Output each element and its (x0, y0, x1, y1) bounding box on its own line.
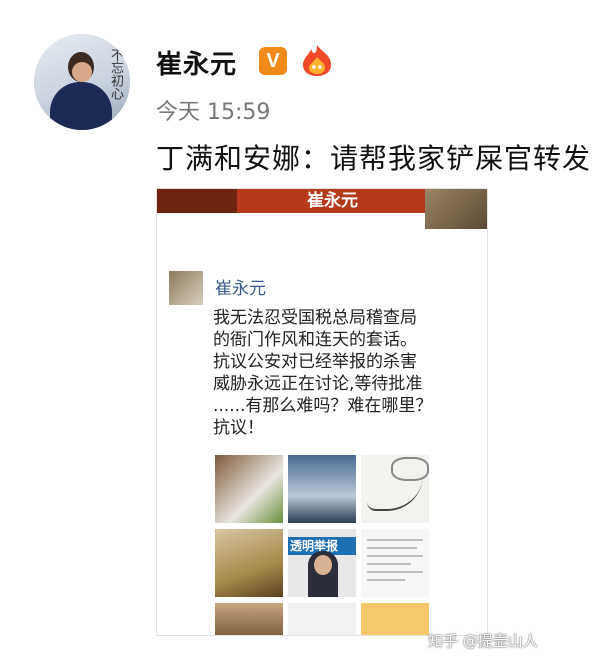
embedded-text-line: ......有那么难吗？难在哪里？ (213, 396, 433, 416)
photo-tile-window[interactable] (288, 455, 356, 523)
author-name[interactable]: 崔永元 (156, 44, 237, 81)
embedded-author-name: 崔永元 (215, 279, 266, 299)
tile-man-face (314, 555, 332, 575)
embedded-text-line: 我无法忍受国税总局稽查局 (213, 308, 417, 328)
document-line (367, 563, 411, 565)
embedded-post-text: 我无法忍受国税总局稽查局 的衙门作风和连天的套话。 抗议公安对已经举报的杀害 威… (213, 307, 475, 439)
embedded-avatar (169, 271, 203, 305)
avatar-figure-face (72, 62, 92, 82)
embedded-text-line: 抗议公安对已经举报的杀害 (213, 352, 417, 372)
fire-badge-icon (303, 45, 331, 76)
photo-tile-signature[interactable] (361, 455, 429, 523)
embedded-text-line: 抗议！ (213, 418, 264, 438)
photo-tile-group[interactable] (215, 603, 283, 635)
post-text: 丁满和安娜：请帮我家铲屎官转发 (156, 142, 592, 175)
photo-tile-soldier[interactable] (215, 529, 283, 597)
verified-badge-icon: V (259, 47, 287, 75)
document-line (367, 571, 423, 573)
signature-scribble (367, 475, 423, 511)
photo-tile-yellow[interactable] (361, 603, 429, 635)
banner-label: 崔永元 (307, 191, 358, 211)
avatar-sign-text: 不忘初心 (108, 48, 123, 100)
document-line (367, 555, 423, 557)
photo-tile-document[interactable] (361, 529, 429, 597)
photo-tile-official[interactable]: 透明举报 (288, 529, 356, 597)
zhihu-watermark: 知乎 @提壶山人 (428, 632, 538, 650)
embedded-text-line: 的衙门作风和连天的套话。 (213, 330, 417, 350)
banner-dark-region (157, 189, 237, 213)
embedded-screenshot[interactable]: 崔永元 崔永元 我无法忍受国税总局稽查局 的衙门作风和连天的套话。 抗议公安对已… (156, 188, 488, 636)
post-timestamp: 今天 15:59 (156, 100, 271, 125)
photo-tile-text[interactable] (288, 603, 356, 635)
document-line (367, 539, 423, 541)
banner-thumbnail (425, 189, 487, 229)
photo-tile-dog[interactable] (215, 455, 283, 523)
author-avatar[interactable]: 不忘初心 (34, 34, 130, 130)
document-line (367, 579, 405, 581)
document-line (367, 547, 417, 549)
embedded-text-line: 威胁永远正在讨论,等待批准 (213, 374, 423, 394)
